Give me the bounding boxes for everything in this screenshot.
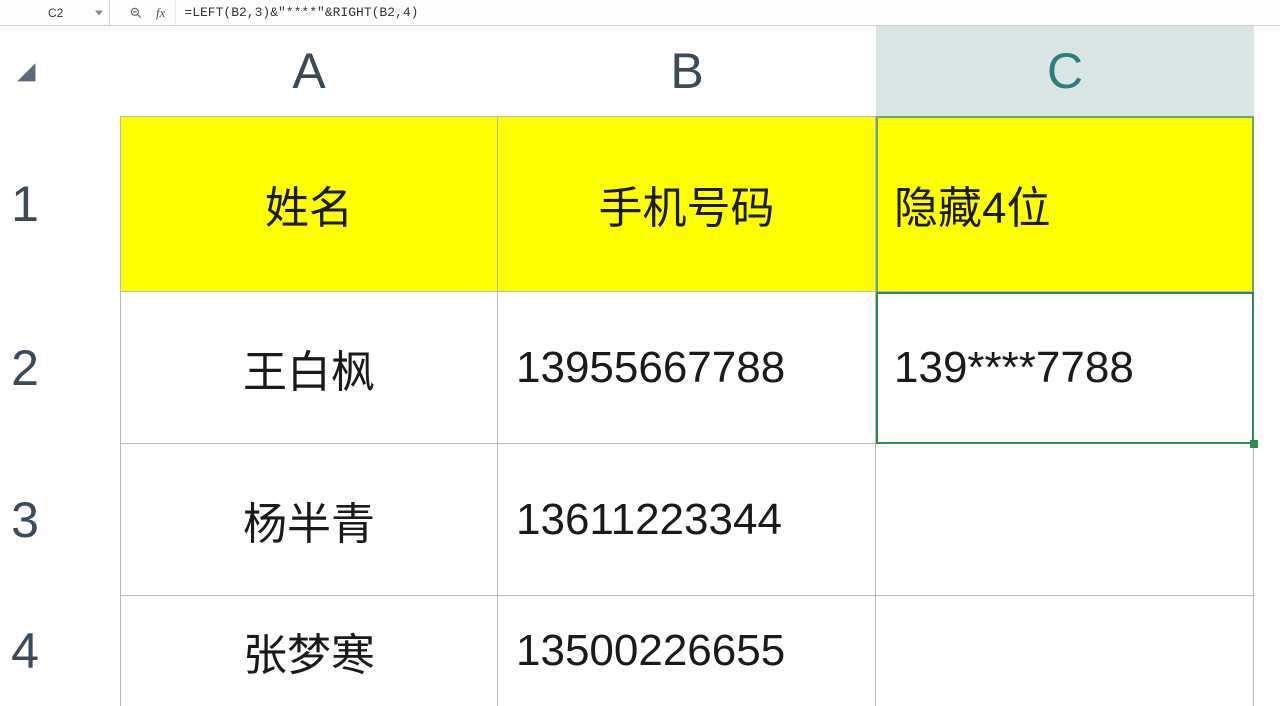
cell-a1[interactable]: 姓名 bbox=[120, 116, 498, 292]
cell-c1[interactable]: 隐藏4位 bbox=[876, 116, 1254, 292]
column-headers: A B C bbox=[120, 26, 1280, 116]
fx-icon[interactable]: fx bbox=[156, 5, 165, 21]
col-header-b[interactable]: B bbox=[498, 26, 876, 116]
col-header-a[interactable]: A bbox=[120, 26, 498, 116]
cell-reference: C2 bbox=[48, 6, 63, 20]
cell-a2[interactable]: 王白枫 bbox=[120, 292, 498, 444]
zoom-out-icon[interactable] bbox=[128, 5, 144, 21]
cell-b2[interactable]: 13955667788 bbox=[498, 292, 876, 444]
cell-b4[interactable]: 13500226655 bbox=[498, 596, 876, 706]
cell-c4[interactable] bbox=[876, 596, 1254, 706]
name-box[interactable]: C2 bbox=[0, 0, 110, 25]
formula-input[interactable] bbox=[176, 0, 1280, 25]
col-header-c[interactable]: C bbox=[876, 26, 1254, 116]
row-header-2[interactable]: 2 bbox=[0, 292, 50, 444]
spreadsheet: A B C 1 2 3 4 姓名 手机号码 隐藏4位 王白枫 139556677… bbox=[0, 26, 1280, 703]
chevron-down-icon[interactable] bbox=[95, 10, 103, 15]
table-row: 杨半青 13611223344 bbox=[120, 444, 1254, 596]
table-row: 姓名 手机号码 隐藏4位 bbox=[120, 116, 1254, 292]
table-row: 张梦寒 13500226655 bbox=[120, 596, 1254, 706]
formula-bar-tools: fx bbox=[110, 0, 176, 25]
select-all-corner[interactable] bbox=[0, 26, 50, 116]
cell-a4[interactable]: 张梦寒 bbox=[120, 596, 498, 706]
row-header-3[interactable]: 3 bbox=[0, 444, 50, 596]
cell-a3[interactable]: 杨半青 bbox=[120, 444, 498, 596]
cell-b3[interactable]: 13611223344 bbox=[498, 444, 876, 596]
grid: 姓名 手机号码 隐藏4位 王白枫 13955667788 139****7788… bbox=[120, 116, 1254, 706]
cell-b1[interactable]: 手机号码 bbox=[498, 116, 876, 292]
row-header-4[interactable]: 4 bbox=[0, 596, 50, 706]
cell-c2[interactable]: 139****7788 bbox=[876, 292, 1254, 444]
fill-handle[interactable] bbox=[1250, 440, 1258, 448]
cell-c3[interactable] bbox=[876, 444, 1254, 596]
row-header-1[interactable]: 1 bbox=[0, 116, 50, 292]
formula-bar: C2 fx bbox=[0, 0, 1280, 26]
row-headers: 1 2 3 4 bbox=[0, 116, 50, 706]
table-row: 王白枫 13955667788 139****7788 bbox=[120, 292, 1254, 444]
